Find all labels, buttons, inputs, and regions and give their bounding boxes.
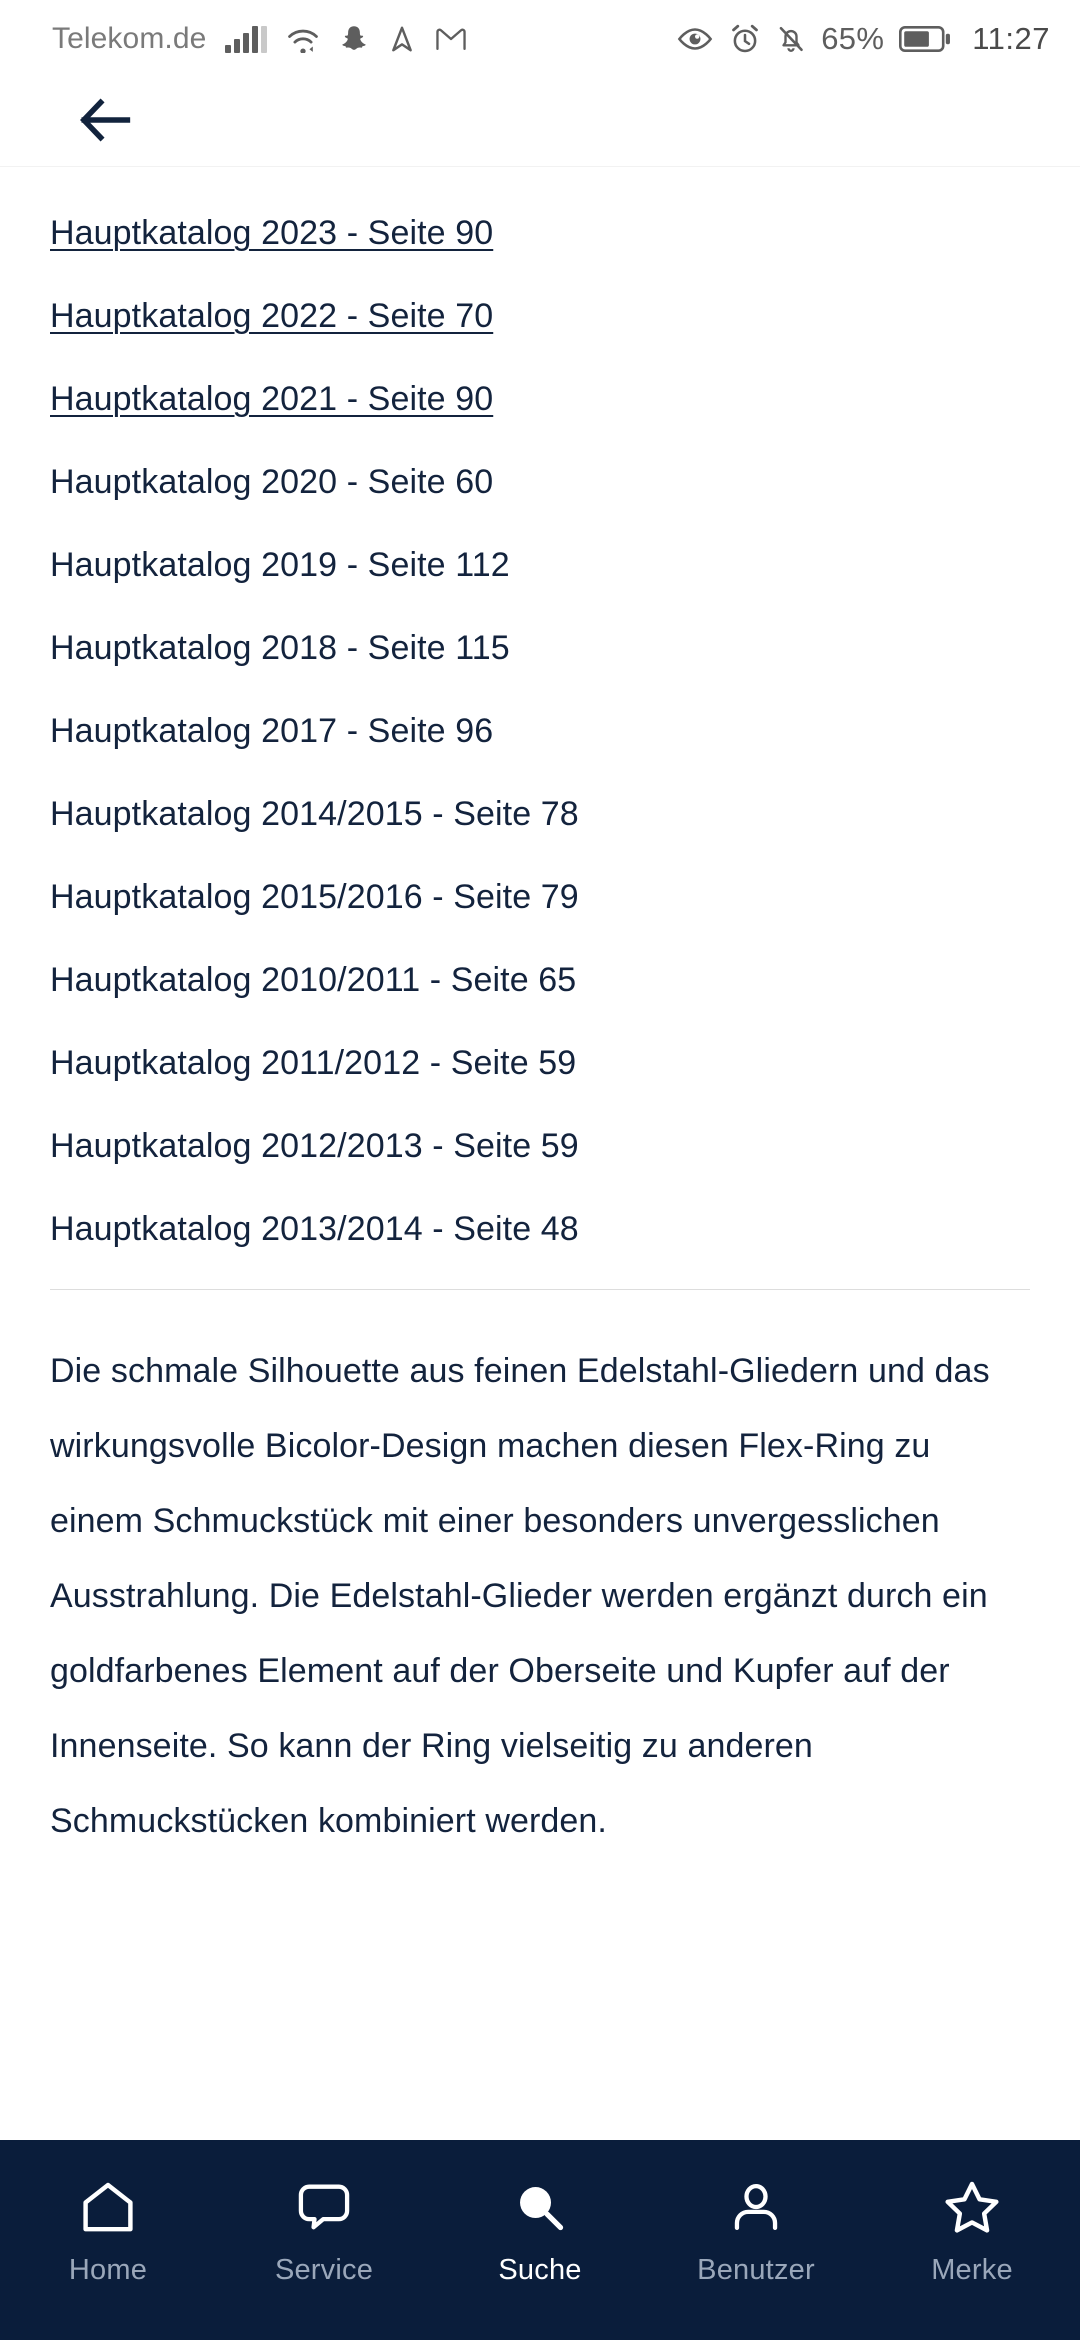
back-button[interactable] — [75, 87, 155, 157]
catalog-entry: Hauptkatalog 2018 - Seite 115 — [50, 629, 510, 667]
clock-label: 11:27 — [972, 21, 1050, 56]
catalog-entry: Hauptkatalog 2010/2011 - Seite 65 — [50, 961, 577, 999]
app-screen: Telekom.de 65% 11:27 Hauptkatalog 2023 -… — [0, 0, 1080, 2340]
navigation-arrow-icon — [388, 24, 416, 54]
snapchat-icon — [339, 24, 369, 54]
signal-bars-icon — [225, 25, 268, 53]
catalog-link[interactable]: Hauptkatalog 2023 - Seite 90 — [50, 205, 493, 261]
catalog-link[interactable]: Hauptkatalog 2022 - Seite 70 — [50, 288, 493, 344]
product-description: Die schmale Silhouette aus feinen Edelst… — [50, 1352, 990, 1840]
star-icon — [943, 2176, 1001, 2238]
catalog-entry: Hauptkatalog 2020 - Seite 60 — [50, 463, 494, 501]
nav-item-suche[interactable]: Suche — [432, 2176, 648, 2287]
wifi-icon — [286, 25, 320, 53]
catalog-reference-list: Hauptkatalog 2023 - Seite 90 Hauptkatalo… — [50, 167, 1030, 1257]
nav-item-home[interactable]: Home — [0, 2176, 216, 2287]
status-bar: Telekom.de 65% 11:27 — [0, 0, 1080, 78]
nav-item-merke[interactable]: Merke — [864, 2176, 1080, 2287]
catalog-entry: Hauptkatalog 2019 - Seite 112 — [50, 546, 510, 584]
nav-label-merke: Merke — [931, 2253, 1013, 2286]
nav-label-home: Home — [68, 2253, 148, 2286]
alarm-clock-icon — [729, 23, 761, 55]
catalog-entry: Hauptkatalog 2017 - Seite 96 — [50, 712, 494, 750]
nav-label-service: Service — [274, 2253, 374, 2286]
nav-label-benutzer: Benutzer — [697, 2253, 815, 2286]
nav-label-suche: Suche — [498, 2253, 582, 2286]
nav-item-service[interactable]: Service — [216, 2176, 432, 2287]
catalog-entry: Hauptkatalog 2015/2016 - Seite 79 — [50, 878, 579, 916]
home-icon — [79, 2176, 137, 2238]
page-content: Hauptkatalog 2023 - Seite 90 Hauptkatalo… — [0, 166, 1080, 2140]
gmail-icon — [435, 25, 467, 53]
status-bar-right: 65% 11:27 — [676, 21, 1050, 57]
carrier-label: Telekom.de — [52, 22, 207, 55]
nav-item-benutzer[interactable]: Benutzer — [648, 2176, 864, 2287]
battery-icon — [899, 24, 951, 54]
bell-muted-icon — [776, 23, 806, 55]
chat-bubble-icon — [296, 2176, 352, 2238]
catalog-entry: Hauptkatalog 2012/2013 - Seite 59 — [50, 1127, 579, 1165]
arrow-left-icon — [75, 94, 137, 151]
catalog-link[interactable]: Hauptkatalog 2021 - Seite 90 — [50, 371, 493, 427]
app-header — [0, 78, 1080, 166]
bottom-navigation: Home Service Suche Benutzer Merke — [0, 2140, 1080, 2340]
status-bar-left: Telekom.de — [52, 22, 467, 56]
catalog-entry: Hauptkatalog 2011/2012 - Seite 59 — [50, 1044, 577, 1082]
catalog-entry: Hauptkatalog 2014/2015 - Seite 78 — [50, 795, 579, 833]
catalog-entry: Hauptkatalog 2013/2014 - Seite 48 — [50, 1210, 579, 1248]
battery-percent-label: 65% — [821, 21, 885, 56]
search-icon — [512, 2176, 568, 2238]
eye-icon — [676, 26, 714, 52]
user-icon — [728, 2176, 784, 2238]
